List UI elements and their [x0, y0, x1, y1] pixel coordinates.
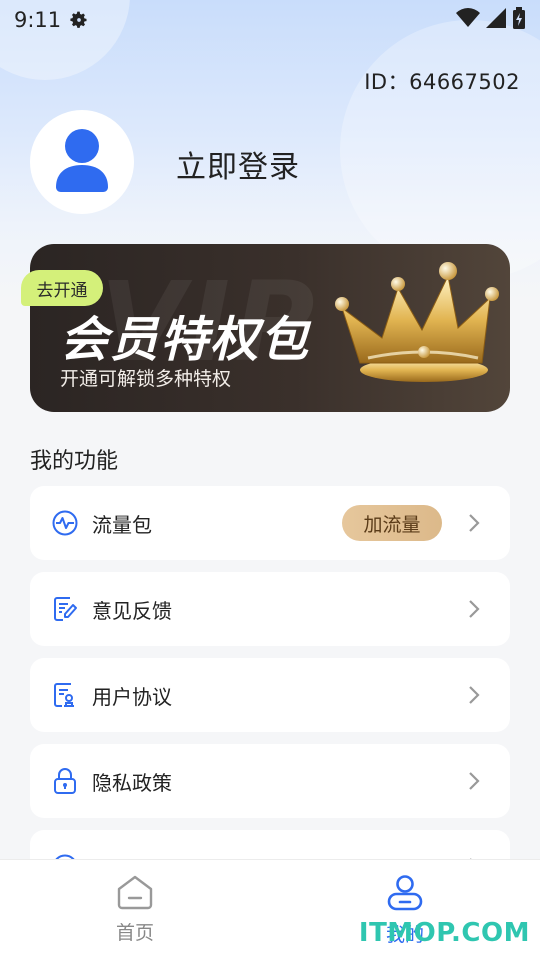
chevron-right-icon	[468, 771, 480, 791]
add-flow-button[interactable]: 加流量	[342, 505, 442, 541]
menu-item-feedback[interactable]: 意见反馈	[30, 572, 510, 646]
menu-item-label: 隐私政策	[92, 770, 172, 795]
nav-label-home: 首页	[115, 922, 154, 944]
login-link[interactable]: 立即登录	[176, 142, 300, 186]
menu-item-label: 流量包	[92, 512, 152, 537]
section-title: 我的功能	[30, 449, 119, 474]
crown-icon	[320, 258, 510, 392]
menu-item-label: 意见反馈	[92, 598, 172, 623]
agreement-icon	[52, 682, 78, 708]
avatar[interactable]	[30, 110, 134, 214]
wifi-icon	[456, 7, 480, 33]
chevron-right-icon	[468, 513, 480, 533]
chevron-right-icon	[468, 685, 480, 705]
signal-icon	[486, 7, 506, 33]
pulse-icon	[52, 510, 78, 536]
profile-icon	[386, 874, 424, 916]
menu-item-flow-package[interactable]: 流量包 加流量	[30, 486, 510, 560]
vip-banner[interactable]: VIP 会员特权包 开通可解锁多种特权	[30, 244, 510, 412]
battery-icon	[512, 6, 526, 34]
menu-item-user-agreement[interactable]: 用户协议	[30, 658, 510, 732]
site-watermark: ITMOP.COM	[358, 918, 530, 948]
menu-item-label: 用户协议	[92, 684, 172, 709]
vip-subtitle: 开通可解锁多种特权	[60, 368, 232, 390]
home-icon	[116, 874, 154, 914]
status-time: 9:11	[14, 8, 62, 32]
vip-title: 会员特权包	[60, 312, 311, 368]
gear-icon	[69, 10, 89, 30]
status-bar: 9:11	[0, 0, 540, 40]
nav-item-home[interactable]: 首页	[85, 874, 185, 945]
menu-item-privacy-policy[interactable]: 隐私政策	[30, 744, 510, 818]
vip-open-button[interactable]: 去开通	[21, 270, 103, 306]
user-icon	[54, 127, 110, 197]
chevron-right-icon	[468, 599, 480, 619]
user-id: ID：64667502	[364, 70, 520, 94]
lock-icon	[52, 768, 78, 794]
feedback-icon	[52, 596, 78, 622]
